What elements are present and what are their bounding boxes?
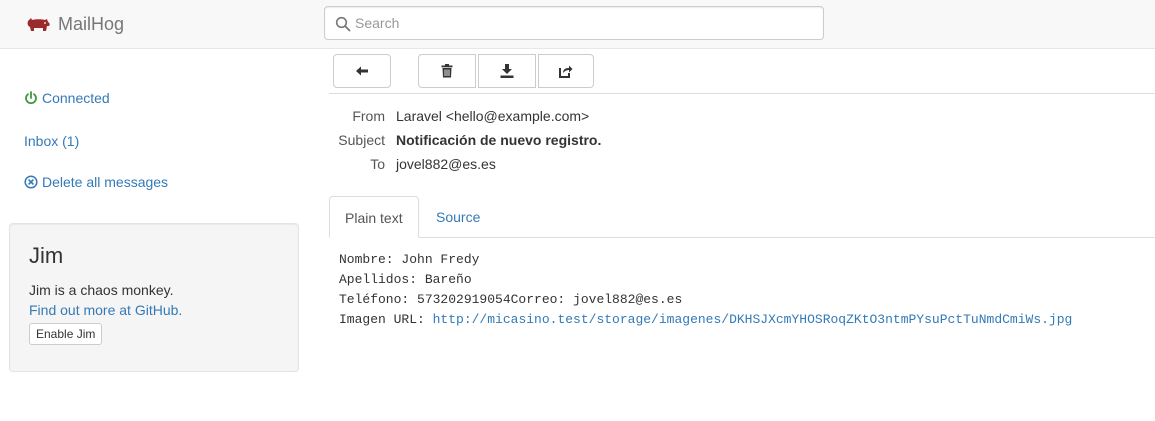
from-label: From <box>352 108 385 124</box>
brand-link[interactable]: MailHog <box>25 12 124 36</box>
jim-description: Jim is a chaos monkey. <box>29 282 174 298</box>
body-line-apellidos: Apellidos: Bareño <box>339 272 472 287</box>
body-line-imagen-label: Imagen URL: <box>339 312 433 327</box>
release-button[interactable] <box>538 54 594 88</box>
header-from-row: From Laravel <hello@example.com> <box>329 106 1149 126</box>
search-icon <box>335 16 351 32</box>
jim-github-link[interactable]: Find out more at GitHub. <box>29 300 279 320</box>
delete-all-messages-link[interactable]: Delete all messages <box>24 174 168 190</box>
message-body: Nombre: John Fredy Apellidos: Bareño Tel… <box>339 250 1072 330</box>
delete-all-label: Delete all messages <box>42 174 169 190</box>
body-line-nombre: Nombre: John Fredy <box>339 252 480 267</box>
to-value: jovel882@es.es <box>396 156 496 172</box>
jim-panel: Jim Jim is a chaos monkey. Find out more… <box>9 223 299 372</box>
top-navbar: MailHog <box>0 0 1155 49</box>
jim-title: Jim <box>29 243 64 268</box>
subject-label: Subject <box>338 132 385 148</box>
enable-jim-button[interactable]: Enable Jim <box>29 323 103 345</box>
sidebar-item-inbox[interactable]: Inbox (1) <box>24 133 79 149</box>
header-subject-row: Subject Notificación de nuevo registro. <box>329 130 1149 150</box>
brand-name: MailHog <box>58 13 125 34</box>
tab-source[interactable]: Source <box>421 196 495 238</box>
search-input[interactable] <box>355 7 815 39</box>
trash-icon <box>441 64 453 78</box>
search-box <box>324 6 824 40</box>
toolbar-divider <box>329 93 1155 94</box>
connected-label: Connected <box>42 90 110 106</box>
image-url-link[interactable]: http://micasino.test/storage/imagenes/DK… <box>433 312 1073 327</box>
download-button[interactable] <box>478 54 536 88</box>
download-icon <box>500 64 514 78</box>
share-icon <box>559 65 573 78</box>
header-to-row: To jovel882@es.es <box>329 154 1149 174</box>
connected-status[interactable]: Connected <box>24 90 110 106</box>
arrow-left-icon <box>356 66 368 76</box>
from-value: Laravel <hello@example.com> <box>396 108 590 124</box>
back-button[interactable] <box>333 54 391 88</box>
subject-value: Notificación de nuevo registro. <box>396 132 602 148</box>
power-icon <box>25 91 37 105</box>
tab-plain-text[interactable]: Plain text <box>329 196 419 238</box>
to-label: To <box>370 156 385 172</box>
pig-icon <box>27 18 50 31</box>
delete-message-button[interactable] <box>418 54 476 88</box>
inbox-label: Inbox (1) <box>24 133 80 149</box>
body-line-telefono: Teléfono: 573202919054Correo: jovel882@e… <box>339 292 683 307</box>
remove-circle-icon <box>24 175 38 189</box>
